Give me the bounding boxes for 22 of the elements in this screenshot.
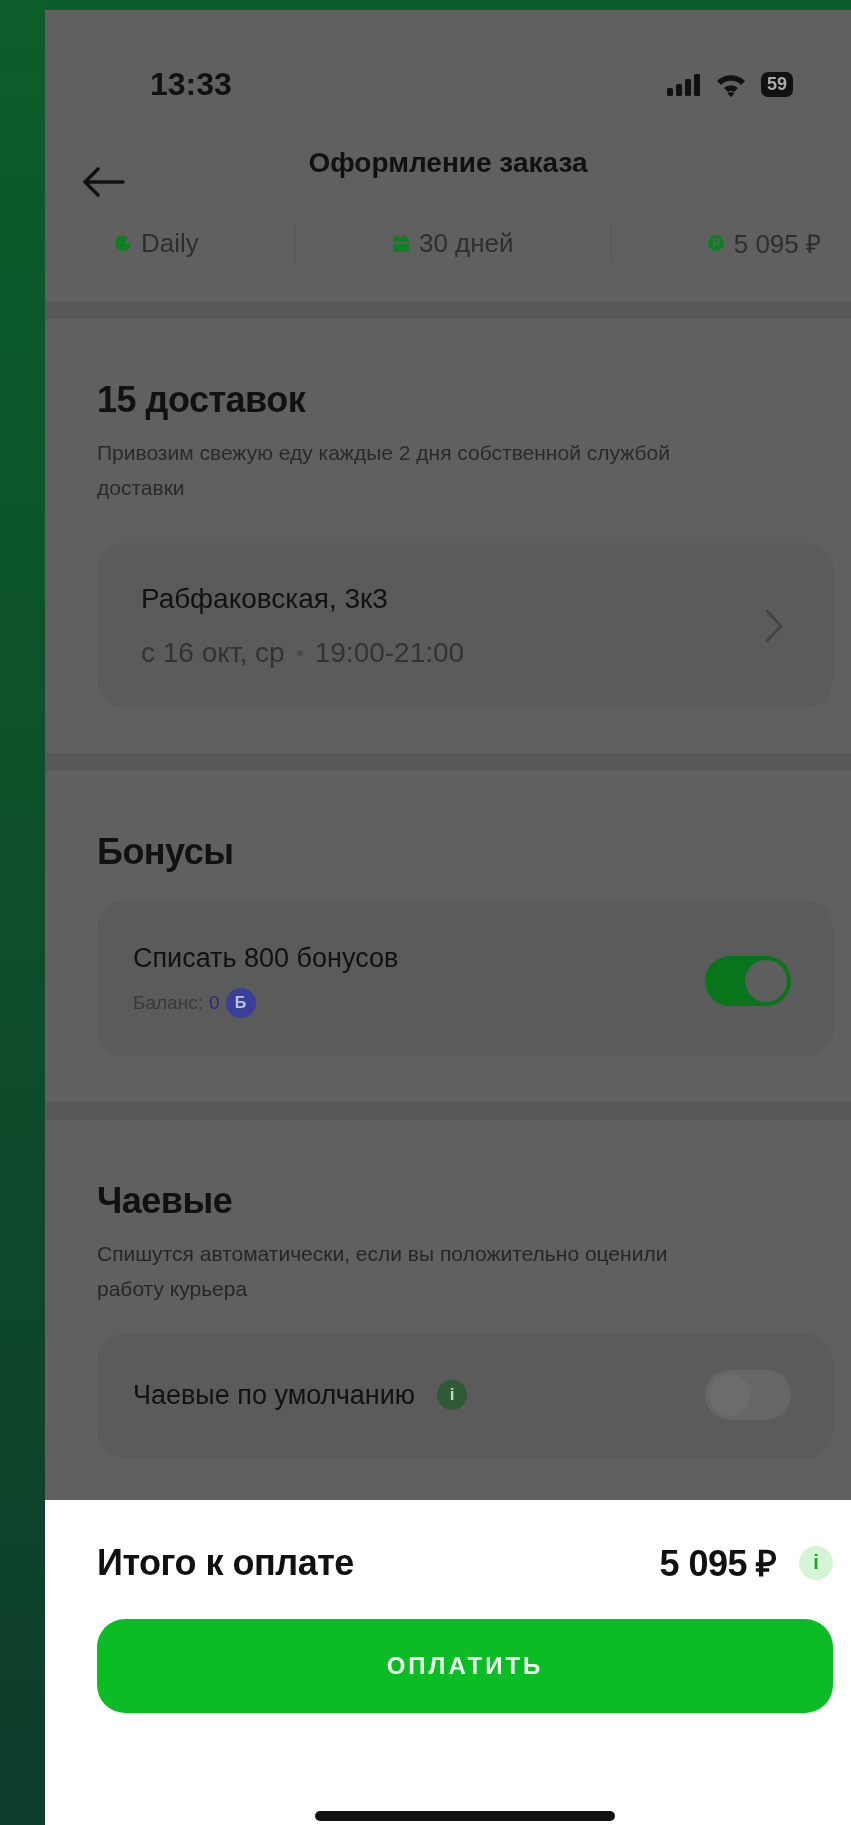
back-arrow-icon[interactable] (81, 167, 125, 197)
pay-button[interactable]: ОПЛАТИТЬ (97, 1619, 833, 1713)
info-button[interactable]: i (437, 1380, 468, 1410)
ruble-coin-icon (707, 235, 724, 251)
bonus-toggle[interactable] (705, 955, 791, 1006)
tips-label: Чаевые по умолчанию (133, 1379, 416, 1411)
chevron-right-icon (765, 609, 783, 643)
section-title: Бонусы (97, 831, 235, 873)
status-time: 13:33 (150, 66, 232, 103)
page-title: Оформление заказа (308, 147, 588, 179)
address-text: Рабфаковская, 3к3 (141, 583, 389, 615)
signal-icon (666, 73, 701, 96)
bonus-label: Списать 800 бонусов (133, 943, 399, 974)
info-button[interactable]: i (799, 1545, 833, 1580)
battery-level: 59 (760, 72, 793, 97)
total-amount: 5 095 ₽ (659, 1542, 777, 1586)
calendar-icon (392, 234, 409, 252)
section-title: Чаевые (97, 1180, 234, 1222)
section-description: Спишутся автоматически, если вы положительно оценили работу курьера (97, 1241, 669, 1302)
section-title: 15 доставок (97, 379, 307, 421)
total-label: Итого к оплате (97, 1541, 354, 1584)
bonus-badge: Б (225, 988, 256, 1018)
